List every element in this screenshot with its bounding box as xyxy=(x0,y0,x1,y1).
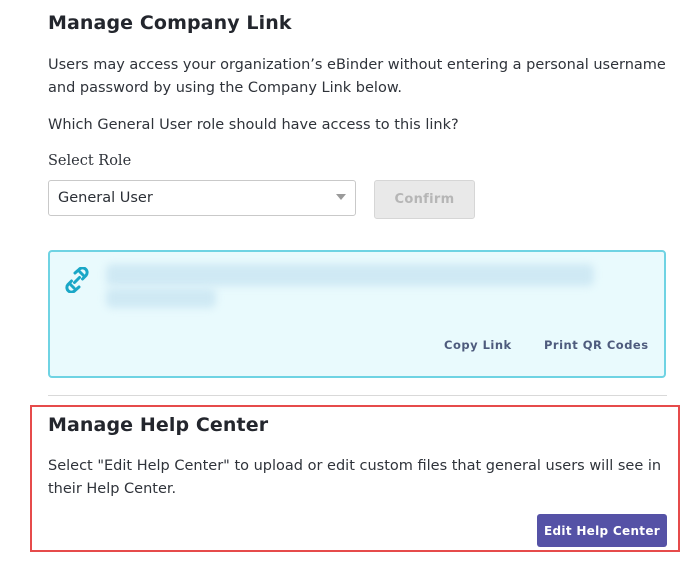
edit-help-center-button[interactable]: Edit Help Center xyxy=(537,514,667,547)
role-select[interactable]: General User xyxy=(48,180,356,216)
link-icon xyxy=(65,267,89,293)
role-select-value: General User xyxy=(58,190,153,206)
role-question: Which General User role should have acce… xyxy=(48,117,459,133)
print-qr-codes-button[interactable]: Print QR Codes xyxy=(544,338,649,352)
company-link-description: Users may access your organization’s eBi… xyxy=(48,57,666,96)
chevron-down-icon xyxy=(336,194,346,200)
help-center-description: Select "Edit Help Center" to upload or e… xyxy=(48,458,662,497)
confirm-button[interactable]: Confirm xyxy=(374,180,475,219)
blurred-link-url-end xyxy=(106,288,216,308)
blurred-link-url xyxy=(106,264,594,286)
section-divider xyxy=(48,395,667,396)
company-link-title: Manage Company Link xyxy=(48,12,292,34)
help-center-title: Manage Help Center xyxy=(48,414,269,436)
select-role-label: Select Role xyxy=(48,153,132,169)
company-link-panel: Copy Link Print QR Codes xyxy=(48,250,666,378)
copy-link-button[interactable]: Copy Link xyxy=(444,338,512,352)
